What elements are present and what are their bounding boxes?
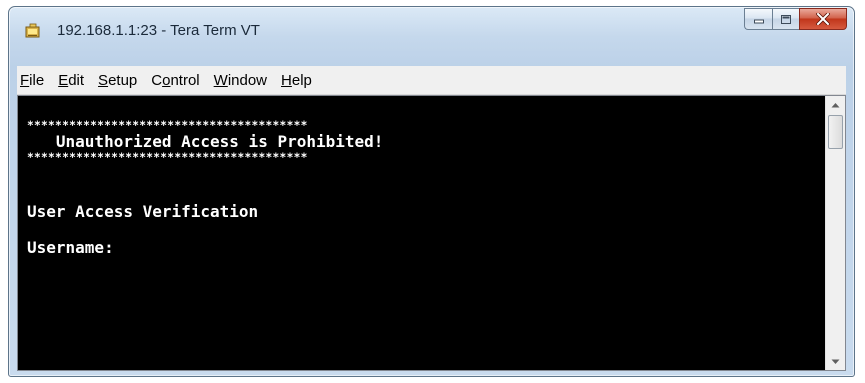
tera-term-icon[interactable] — [25, 23, 41, 39]
menu-window[interactable]: Window — [207, 66, 274, 95]
banner-text: Unauthorized Access is Prohibited! — [27, 132, 384, 151]
window-title: 192.168.1.1:23 - Tera Term VT — [57, 22, 260, 39]
vertical-scrollbar[interactable] — [825, 96, 845, 370]
tera-term-window: 192.168.1.1:23 - Tera Term VT File Edit … — [8, 6, 855, 377]
scroll-up-button[interactable] — [826, 96, 845, 113]
username-prompt: Username: — [27, 238, 114, 257]
terminal-client-area: ****************************************… — [17, 95, 846, 371]
menu-file[interactable]: File — [17, 66, 51, 95]
menu-bar: File Edit Setup Control Window Help — [17, 66, 846, 95]
scroll-down-button[interactable] — [826, 353, 845, 370]
title-bar[interactable]: 192.168.1.1:23 - Tera Term VT — [9, 7, 854, 57]
banner-border-bottom: **************************************** — [27, 151, 308, 164]
menu-help[interactable]: Help — [274, 66, 319, 95]
maximize-button[interactable] — [772, 8, 799, 30]
minimize-button[interactable] — [744, 8, 772, 30]
caption-buttons — [744, 8, 847, 30]
scroll-down-arrow-icon — [831, 359, 840, 364]
access-verification-heading: User Access Verification — [27, 202, 259, 221]
close-button[interactable] — [799, 8, 847, 30]
menu-setup[interactable]: Setup — [91, 66, 144, 95]
menu-edit[interactable]: Edit — [51, 66, 91, 95]
terminal-screen[interactable]: ****************************************… — [18, 96, 825, 370]
menu-control[interactable]: Control — [144, 66, 206, 95]
minimize-icon — [753, 19, 764, 24]
close-icon — [816, 13, 830, 25]
scrollbar-thumb[interactable] — [828, 115, 843, 149]
scroll-up-arrow-icon — [831, 102, 840, 107]
maximize-icon — [781, 14, 791, 24]
